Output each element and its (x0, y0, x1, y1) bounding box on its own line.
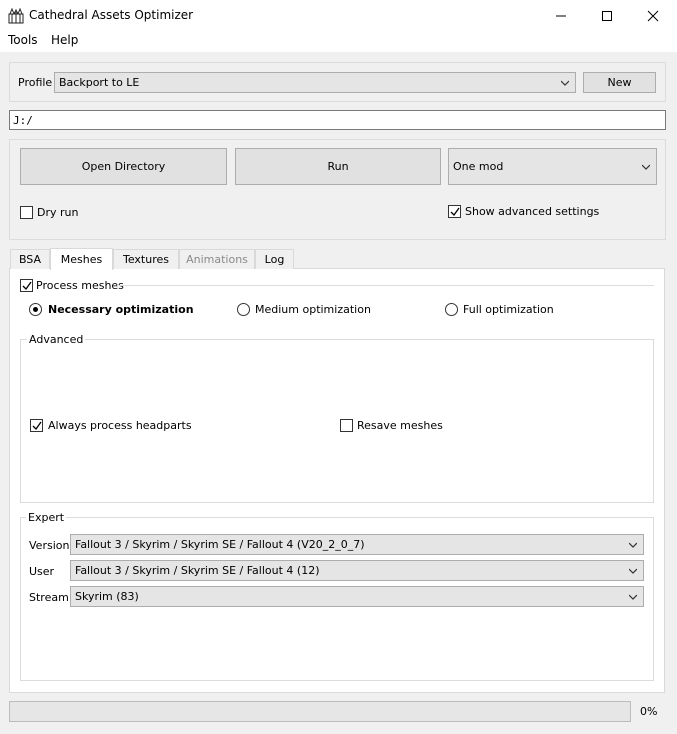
checkmark-icon (450, 207, 460, 217)
chevron-down-icon (629, 594, 637, 600)
process-meshes-divider (117, 285, 654, 286)
resave-meshes-label: Resave meshes (357, 419, 443, 432)
window-title: Cathedral Assets Optimizer (29, 8, 194, 22)
always-process-headparts-checkbox[interactable] (30, 419, 43, 432)
show-advanced-label: Show advanced settings (465, 205, 600, 218)
menu-bar (0, 32, 677, 52)
show-advanced-checkbox[interactable] (448, 205, 461, 218)
mode-select-value: One mod (453, 160, 504, 173)
chevron-down-icon (642, 164, 650, 170)
full-optimization-label: Full optimization (463, 303, 554, 316)
user-label: User (29, 565, 55, 578)
advanced-title: Advanced (27, 333, 86, 346)
stream-select[interactable]: Skyrim (83) (70, 586, 644, 607)
app-cathedral-icon (8, 7, 24, 24)
checkmark-icon (22, 281, 32, 291)
user-select[interactable]: Fallout 3 / Skyrim / Skyrim SE / Fallout… (70, 560, 644, 581)
resave-meshes-checkbox[interactable] (340, 419, 353, 432)
dry-run-label: Dry run (37, 206, 79, 219)
necessary-optimization-label: Necessary optimization (48, 303, 194, 316)
menu-help[interactable]: Help (51, 33, 78, 47)
dry-run-checkbox[interactable] (20, 206, 33, 219)
new-profile-button[interactable]: New (583, 72, 656, 93)
run-button[interactable]: Run (235, 148, 441, 185)
path-input[interactable] (9, 110, 666, 130)
user-select-value: Fallout 3 / Skyrim / Skyrim SE / Fallout… (75, 564, 320, 577)
expert-title: Expert (26, 511, 67, 524)
minimize-button[interactable] (538, 0, 584, 32)
process-meshes-label: Process meshes (36, 279, 124, 292)
profile-select-value: Backport to LE (59, 76, 140, 89)
version-select[interactable]: Fallout 3 / Skyrim / Skyrim SE / Fallout… (70, 534, 644, 555)
maximize-button[interactable] (584, 0, 630, 32)
minimize-icon (556, 15, 566, 17)
tab-meshes[interactable]: Meshes (50, 248, 113, 270)
stream-label: Stream (29, 591, 69, 604)
menu-tools[interactable]: Tools (8, 33, 38, 47)
open-directory-button[interactable]: Open Directory (20, 148, 227, 185)
maximize-icon (602, 11, 612, 21)
chevron-down-icon (629, 542, 637, 548)
radio-dot (33, 307, 38, 312)
close-icon (647, 10, 659, 22)
tab-animations: Animations (179, 249, 255, 269)
stream-select-value: Skyrim (83) (75, 590, 139, 603)
profile-select[interactable]: Backport to LE (54, 72, 576, 93)
mode-select[interactable]: One mod (448, 148, 657, 185)
chevron-down-icon (561, 80, 569, 86)
checkmark-icon (32, 421, 42, 431)
profile-label: Profile (18, 76, 53, 89)
version-label: Version (29, 539, 70, 552)
medium-optimization-radio[interactable] (237, 303, 250, 316)
medium-optimization-label: Medium optimization (255, 303, 371, 316)
tab-textures[interactable]: Textures (113, 249, 179, 269)
progress-text: 0% (640, 705, 658, 718)
tab-log[interactable]: Log (255, 249, 294, 269)
close-button[interactable] (630, 0, 676, 32)
tab-bsa[interactable]: BSA (10, 249, 50, 269)
always-process-headparts-label: Always process headparts (48, 419, 192, 432)
version-select-value: Fallout 3 / Skyrim / Skyrim SE / Fallout… (75, 538, 365, 551)
chevron-down-icon (629, 568, 637, 574)
progress-bar (9, 701, 631, 722)
process-meshes-checkbox[interactable] (20, 279, 33, 292)
full-optimization-radio[interactable] (445, 303, 458, 316)
necessary-optimization-radio[interactable] (29, 303, 42, 316)
